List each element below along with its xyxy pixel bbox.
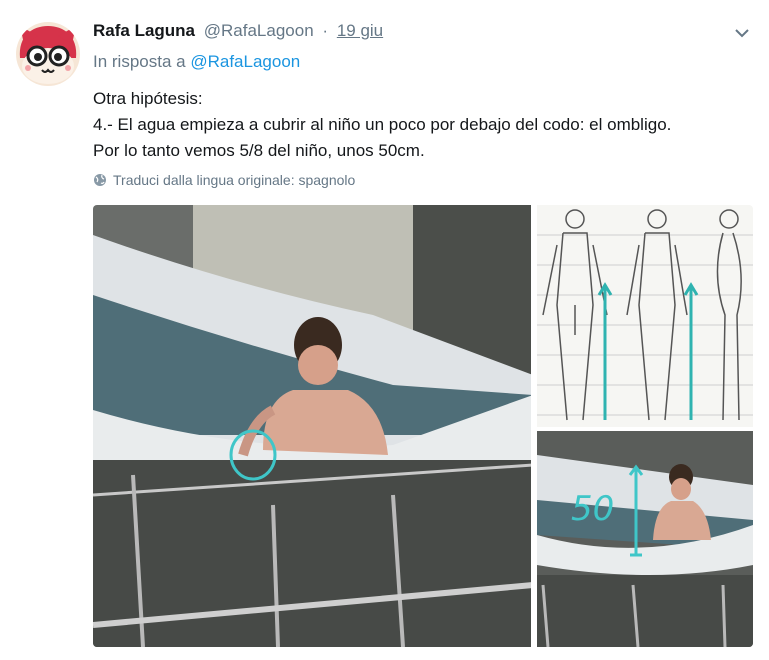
chevron-down-icon[interactable]	[733, 24, 751, 42]
tweet-text-line: 4.- El agua empieza a cubrir al niño un …	[93, 115, 672, 134]
avatar[interactable]	[16, 22, 80, 86]
user-handle[interactable]: @RafaLagoon	[204, 21, 314, 40]
media-collage: 50	[93, 205, 753, 647]
tweet-date[interactable]: 19 giu	[337, 21, 383, 40]
tweet-header: Rafa Laguna @RafaLagoon · 19 giu	[93, 21, 383, 41]
pool-photo[interactable]	[93, 205, 534, 647]
translate-label: Traduci dalla lingua originale: spagnolo	[113, 172, 356, 188]
separator: ·	[322, 21, 329, 40]
tweet-text-line: Por lo tanto vemos 5/8 del niño, unos 50…	[93, 141, 425, 160]
annotated-photo[interactable]: 50	[537, 431, 753, 647]
proportion-diagram[interactable]	[537, 205, 753, 427]
reply-context: In risposta a @RafaLagoon	[93, 52, 300, 72]
globe-icon	[94, 174, 106, 186]
tweet: Rafa Laguna @RafaLagoon · 19 giu In risp…	[0, 0, 769, 660]
translate-link[interactable]: Traduci dalla lingua originale: spagnolo	[93, 172, 355, 188]
annotation-label: 50	[571, 489, 614, 529]
display-name[interactable]: Rafa Laguna	[93, 21, 195, 40]
tweet-text-line: Otra hipótesis:	[93, 89, 203, 108]
cartoon-cat-avatar-icon	[16, 22, 80, 86]
reply-mention[interactable]: @RafaLagoon	[190, 52, 300, 71]
tweet-text: Otra hipótesis: 4.- El agua empieza a cu…	[93, 86, 671, 164]
tweet-media[interactable]: 50	[93, 205, 753, 647]
reply-prefix: In risposta a	[93, 52, 186, 71]
